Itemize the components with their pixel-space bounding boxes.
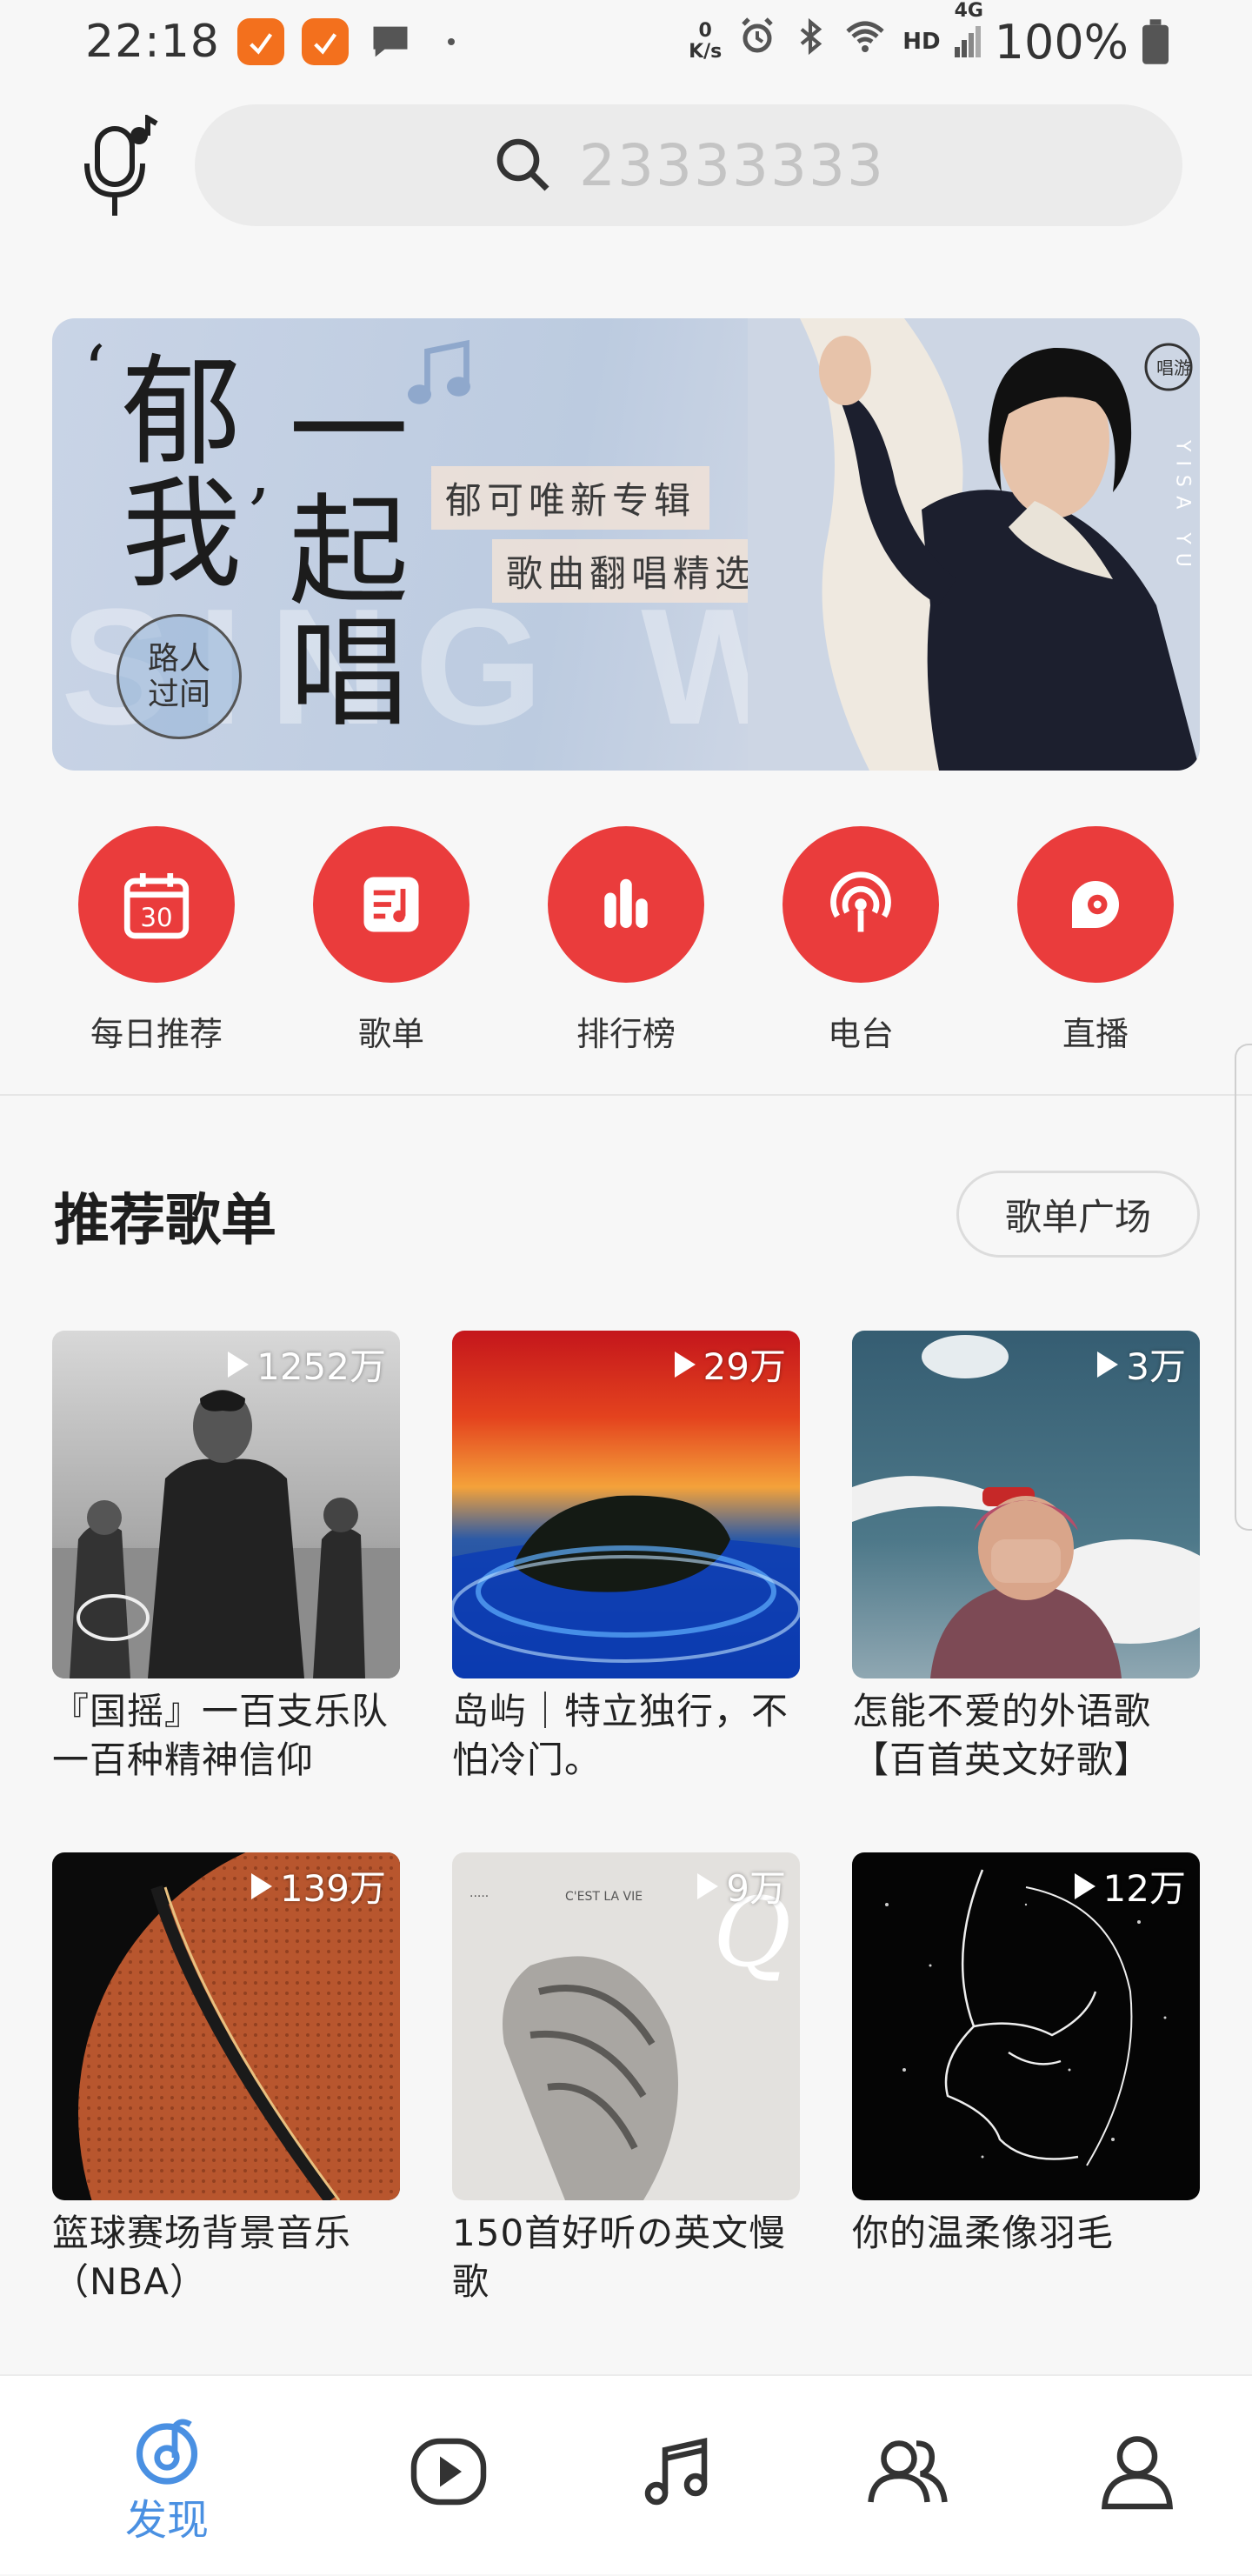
banner-char: 一 <box>289 362 410 502</box>
nav-label: 歌单 <box>357 1015 424 1053</box>
play-count: 3万 <box>1095 1338 1186 1391</box>
banner-comma: , <box>249 431 271 512</box>
svg-text:唱游: 唱游 <box>1156 357 1191 378</box>
live-icon <box>1072 881 1119 928</box>
svg-text:C'EST LA VIE: C'EST LA VIE <box>565 1890 643 1904</box>
playlist-title: 150首好听の英文慢歌 <box>452 2212 787 2303</box>
dot-icon <box>447 38 455 45</box>
signal-icon: 4G <box>954 0 983 57</box>
tab-friends[interactable] <box>821 2376 995 2576</box>
nav-label: 直播 <box>1062 1015 1129 1053</box>
banner-char: 起 <box>289 482 410 622</box>
play-icon <box>674 1351 696 1378</box>
tab-video[interactable] <box>362 2376 536 2576</box>
nav-chart[interactable]: 排行榜 <box>539 826 713 1055</box>
status-bar: 22:18 0 K/s HD 4G 100% <box>0 0 1252 83</box>
playlist-title: 『国摇』一百支乐队一百种精神信仰 <box>52 1690 390 1781</box>
playlist-icon <box>363 877 419 932</box>
playlist-card[interactable]: 3万 怎能不爱的外语歌【百首英文好歌】 <box>852 1331 1200 1785</box>
tab-music[interactable] <box>591 2376 765 2576</box>
play-icon <box>228 1351 250 1378</box>
promo-banner[interactable]: SING WITH ‘ 郁 我 , 一 起 唱 郁可唯新专辑 歌曲翻唱精选 路人… <box>52 318 1200 771</box>
playlist-plaza-button[interactable]: 歌单广场 <box>956 1171 1200 1258</box>
network-speed: 0 K/s <box>689 20 723 63</box>
hd-label: HD <box>902 29 941 55</box>
status-time: 22:18 <box>85 16 220 68</box>
tab-profile[interactable] <box>1050 2376 1224 2576</box>
friends-icon <box>868 2440 948 2503</box>
play-icon <box>1074 1872 1096 1899</box>
nav-live[interactable]: 直播 <box>1009 826 1182 1055</box>
playlist-card[interactable]: 12万 你的温柔像羽毛 <box>852 1852 1200 2258</box>
music-note-icon <box>400 336 478 417</box>
battery-percent: 100% <box>994 14 1129 70</box>
app-notification-icon <box>236 18 284 65</box>
video-icon <box>410 2438 487 2506</box>
bottom-tab-bar: 发现 <box>0 2374 1252 2574</box>
battery-icon <box>1142 19 1169 64</box>
play-count: 1252万 <box>225 1338 386 1391</box>
bluetooth-icon <box>793 16 828 69</box>
banner-char: 唱 <box>289 604 410 744</box>
message-icon <box>368 19 413 64</box>
tab-label: 发现 <box>124 2496 209 2545</box>
section-title: 推荐歌单 <box>54 1189 276 1253</box>
banner-quote-mark: ‘ <box>83 330 106 411</box>
banner-char: 郁 <box>122 343 243 483</box>
playlist-cover: 3万 <box>852 1331 1200 1678</box>
banner-artist-image: 唱游 YISA YU <box>748 318 1200 771</box>
play-icon <box>250 1872 272 1899</box>
play-icon <box>1097 1351 1119 1378</box>
playlist-card[interactable]: 139万 篮球赛场背景音乐（NBA） <box>52 1852 400 2306</box>
playlist-cover: 12万 <box>852 1852 1200 2200</box>
banner-tag: 歌曲翻唱精选 <box>492 539 771 603</box>
nav-daily-recommend[interactable]: 30 每日推荐 <box>70 826 243 1055</box>
play-count: 12万 <box>1072 1859 1186 1912</box>
search-row: 23333333 <box>0 103 1252 233</box>
radio-icon <box>830 871 891 932</box>
playlist-card[interactable]: 1252万 『国摇』一百支乐队一百种精神信仰 <box>52 1331 400 1785</box>
playlist-cover: 1252万 <box>52 1331 400 1678</box>
profile-icon <box>1102 2436 1173 2510</box>
quick-nav: 30 每日推荐 歌单 排行榜 电台 直播 <box>0 826 1252 1055</box>
playlist-card[interactable]: Q ····· C'EST LA VIE 9万 150首好听の英文慢歌 <box>452 1852 800 2306</box>
calendar-icon: 30 <box>123 873 190 939</box>
play-count: 9万 <box>695 1859 786 1912</box>
playlist-title: 篮球赛场背景音乐（NBA） <box>52 2212 352 2303</box>
nav-radio[interactable]: 电台 <box>774 826 948 1055</box>
svg-text:YISA YU: YISA YU <box>1172 439 1194 576</box>
play-icon <box>697 1872 719 1899</box>
music-icon <box>644 2437 708 2506</box>
svg-text:·····: ····· <box>470 1890 489 1904</box>
app-notification-icon <box>301 18 349 65</box>
voice-search-icon[interactable] <box>80 113 163 219</box>
nav-playlist[interactable]: 歌单 <box>304 826 478 1055</box>
playlist-cover: Q ····· C'EST LA VIE 9万 <box>452 1852 800 2200</box>
play-count: 139万 <box>249 1859 386 1912</box>
nav-label: 排行榜 <box>576 1015 676 1053</box>
banner-tag: 郁可唯新专辑 <box>431 466 710 530</box>
side-edge-handle[interactable] <box>1235 1044 1252 1531</box>
playlist-title: 岛屿｜特立独行，不怕冷门。 <box>452 1690 789 1781</box>
wifi-icon <box>842 16 889 69</box>
alarm-icon <box>736 16 779 69</box>
nav-label: 每日推荐 <box>90 1015 223 1053</box>
playlist-cover: 29万 <box>452 1331 800 1678</box>
search-placeholder: 23333333 <box>579 131 885 199</box>
tab-discover[interactable]: 发现 <box>80 2376 254 2576</box>
playlist-title: 怎能不爱的外语歌【百首英文好歌】 <box>852 1690 1152 1781</box>
playlist-card[interactable]: 29万 岛屿｜特立独行，不怕冷门。 <box>452 1331 800 1785</box>
svg-text:30: 30 <box>140 903 172 932</box>
nav-label: 电台 <box>827 1015 894 1053</box>
search-input[interactable]: 23333333 <box>195 104 1182 226</box>
banner-char: 我 <box>122 464 243 604</box>
playlist-title: 你的温柔像羽毛 <box>852 2212 1115 2254</box>
chart-icon <box>604 878 648 928</box>
playlist-cover: 139万 <box>52 1852 400 2200</box>
section-divider <box>0 1094 1252 1096</box>
discover-icon <box>136 2419 198 2485</box>
play-count: 29万 <box>672 1338 786 1391</box>
search-icon <box>492 134 555 197</box>
banner-badge: 路人 过间 <box>117 614 242 739</box>
